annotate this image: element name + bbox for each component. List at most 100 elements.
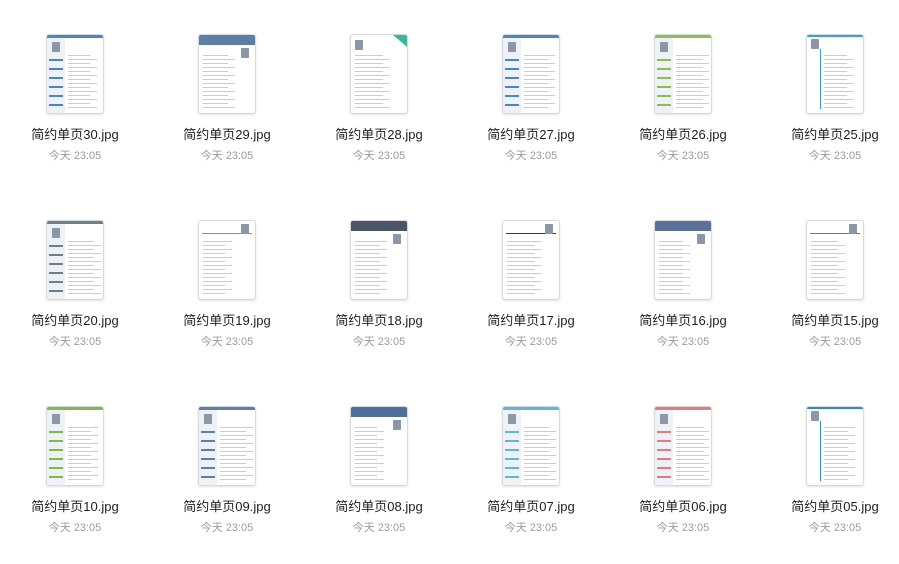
file-thumbnail[interactable]: [198, 406, 256, 486]
file-name[interactable]: 简约单页07.jpg: [456, 496, 606, 515]
file-item[interactable]: 简约单页26.jpg 今天 23:05: [608, 34, 758, 184]
thumbnail-text-line: [68, 99, 97, 100]
file-item[interactable]: 简约单页20.jpg 今天 23:05: [0, 220, 150, 370]
thumbnail-text-line: [659, 241, 683, 242]
file-name[interactable]: 简约单页05.jpg: [760, 496, 899, 515]
file-name[interactable]: 简约单页26.jpg: [608, 124, 758, 143]
thumbnail-text-line: [676, 471, 709, 472]
thumbnail-text-line: [811, 245, 845, 246]
file-name[interactable]: 简约单页19.jpg: [152, 310, 302, 329]
thumbnail-text-line: [203, 67, 235, 68]
thumbnail-text-line: [203, 269, 225, 270]
file-item[interactable]: 简约单页18.jpg 今天 23:05: [304, 220, 454, 370]
file-thumbnail[interactable]: [654, 220, 712, 300]
thumbnail-text-line: [355, 103, 383, 104]
file-name[interactable]: 简约单页10.jpg: [0, 496, 150, 515]
file-item[interactable]: 简约单页07.jpg 今天 23:05: [456, 406, 606, 556]
file-thumbnail[interactable]: [46, 34, 104, 114]
thumbnail-text-line: [659, 285, 690, 286]
thumbnail-text-line: [811, 249, 838, 250]
file-item[interactable]: 简约单页19.jpg 今天 23:05: [152, 220, 302, 370]
thumbnail-text-line: [676, 67, 703, 68]
thumbnail-text-line: [220, 467, 253, 468]
thumbnail-text-line: [68, 443, 98, 444]
file-name[interactable]: 简约单页25.jpg: [760, 124, 899, 143]
thumbnail-text-line: [68, 451, 98, 452]
file-thumbnail[interactable]: [350, 406, 408, 486]
file-name[interactable]: 简约单页18.jpg: [304, 310, 454, 329]
thumbnail-text-line: [355, 67, 390, 68]
thumbnail-text-line: [824, 99, 854, 100]
file-name[interactable]: 简约单页15.jpg: [760, 310, 899, 329]
file-thumbnail[interactable]: [502, 406, 560, 486]
thumbnail-section-tag: [657, 476, 671, 478]
thumbnail-text-line: [676, 55, 709, 56]
file-date: 今天 23:05: [808, 522, 862, 534]
thumbnail-photo: [393, 234, 401, 244]
file-name[interactable]: 简约单页16.jpg: [608, 310, 758, 329]
file-item[interactable]: 简约单页28.jpg 今天 23:05: [304, 34, 454, 184]
thumbnail-text-line: [824, 451, 855, 452]
file-name[interactable]: 简约单页08.jpg: [304, 496, 454, 515]
file-name[interactable]: 简约单页30.jpg: [0, 124, 150, 143]
file-name[interactable]: 简约单页17.jpg: [456, 310, 606, 329]
file-thumbnail[interactable]: [806, 220, 864, 300]
thumbnail-section-tag: [49, 254, 63, 256]
thumbnail-text-line: [659, 261, 690, 262]
thumbnail-text-line: [676, 87, 709, 88]
file-thumbnail[interactable]: [198, 220, 256, 300]
file-item[interactable]: 简约单页27.jpg 今天 23:05: [456, 34, 606, 184]
file-item[interactable]: 简约单页25.jpg 今天 23:05: [760, 34, 899, 184]
file-item[interactable]: 简约单页09.jpg 今天 23:05: [152, 406, 302, 556]
thumbnail-text-line: [203, 281, 232, 282]
thumbnail-text-line: [68, 257, 94, 258]
file-name[interactable]: 简约单页20.jpg: [0, 310, 150, 329]
file-thumbnail[interactable]: [46, 406, 104, 486]
file-thumbnail[interactable]: [806, 34, 864, 114]
file-item[interactable]: 简约单页06.jpg 今天 23:05: [608, 406, 758, 556]
file-name[interactable]: 简约单页06.jpg: [608, 496, 758, 515]
file-name[interactable]: 简约单页29.jpg: [152, 124, 302, 143]
thumbnail-text-line: [676, 431, 709, 432]
thumbnail-photo: [508, 42, 516, 52]
thumbnail-text-line: [355, 87, 383, 88]
thumbnail-accent-bar: [503, 35, 559, 38]
file-item[interactable]: 简约单页29.jpg 今天 23:05: [152, 34, 302, 184]
file-item[interactable]: 简约单页08.jpg 今天 23:05: [304, 406, 454, 556]
file-thumbnail[interactable]: [654, 34, 712, 114]
thumbnail-text-line: [355, 439, 384, 440]
file-thumbnail[interactable]: [502, 220, 560, 300]
thumbnail-text-line: [676, 475, 704, 476]
thumbnail-text-line: [824, 455, 848, 456]
thumbnail-header: [351, 221, 407, 231]
file-item[interactable]: 简约单页05.jpg 今天 23:05: [760, 406, 899, 556]
thumbnail-text-line: [507, 249, 542, 250]
thumbnail-photo: [241, 48, 249, 58]
thumbnail-text-line: [220, 439, 246, 440]
file-thumbnail[interactable]: [806, 406, 864, 486]
thumbnail-accent-bar: [807, 407, 863, 409]
file-item[interactable]: 简约单页10.jpg 今天 23:05: [0, 406, 150, 556]
file-name[interactable]: 简约单页09.jpg: [152, 496, 302, 515]
thumbnail-text-line: [68, 71, 90, 72]
file-item[interactable]: 简约单页15.jpg 今天 23:05: [760, 220, 899, 370]
file-thumbnail[interactable]: [654, 406, 712, 486]
thumbnail-text-line: [68, 479, 91, 480]
file-item[interactable]: 简约单页17.jpg 今天 23:05: [456, 220, 606, 370]
file-thumbnail[interactable]: [198, 34, 256, 114]
file-name[interactable]: 简约单页28.jpg: [304, 124, 454, 143]
thumbnail-section-tag: [49, 245, 63, 247]
file-item[interactable]: 简约单页16.jpg 今天 23:05: [608, 220, 758, 370]
thumbnail-section-tag: [657, 449, 671, 451]
file-name[interactable]: 简约单页27.jpg: [456, 124, 606, 143]
file-thumbnail[interactable]: [350, 34, 408, 114]
thumbnail-section-tag: [505, 68, 519, 70]
thumbnail-text-line: [355, 435, 377, 436]
file-item[interactable]: 简约单页30.jpg 今天 23:05: [0, 34, 150, 184]
file-date: 今天 23:05: [656, 336, 710, 348]
file-thumbnail[interactable]: [46, 220, 104, 300]
file-thumbnail[interactable]: [502, 34, 560, 114]
thumbnail-text-line: [524, 107, 548, 108]
thumbnail-text-line: [68, 67, 97, 68]
file-thumbnail[interactable]: [350, 220, 408, 300]
